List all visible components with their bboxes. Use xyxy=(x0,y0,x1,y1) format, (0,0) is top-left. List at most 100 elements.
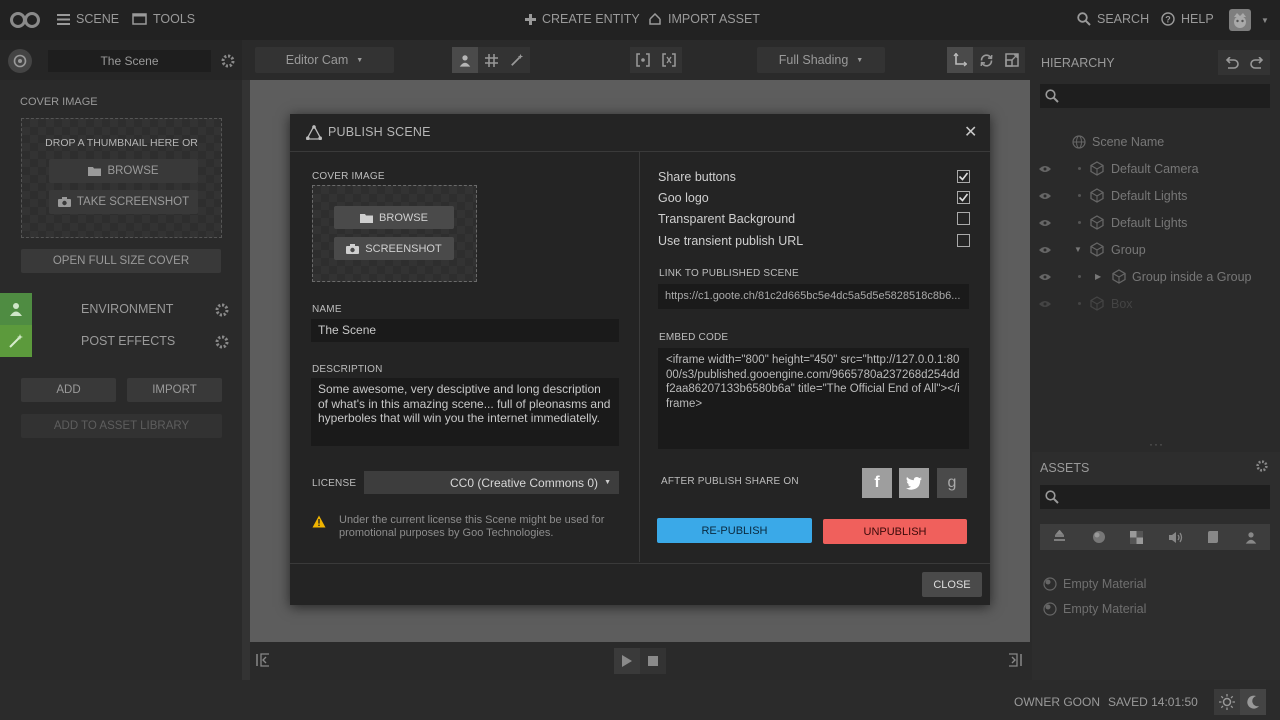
close-icon[interactable]: ✕ xyxy=(964,122,977,142)
goo-logo-icon[interactable] xyxy=(10,12,40,31)
saved-status-text: SAVED 14:01:50 xyxy=(1108,695,1198,709)
left-panel-scrollbar[interactable] xyxy=(242,80,250,680)
hierarchy-row-default-lights-1[interactable]: Default Lights xyxy=(1032,182,1280,209)
redo-icon[interactable] xyxy=(1249,56,1265,69)
frame-selection-button[interactable] xyxy=(630,47,656,73)
window-icon xyxy=(132,13,147,25)
post-effects-tab[interactable] xyxy=(0,325,32,357)
import-asset-button[interactable]: IMPORT ASSET xyxy=(648,12,760,26)
warning-icon xyxy=(312,515,326,528)
option-goo-logo[interactable]: Goo logo xyxy=(658,189,970,207)
add-button[interactable]: ADD xyxy=(21,378,116,402)
license-select[interactable]: CC0 (Creative Commons 0) ▼ xyxy=(364,471,619,494)
rotate-tool[interactable] xyxy=(973,47,999,73)
hierarchy-row-default-lights-2[interactable]: Default Lights xyxy=(1032,209,1280,236)
search-button[interactable]: SEARCH xyxy=(1077,12,1149,26)
hierarchy-filter-icon[interactable] xyxy=(1052,530,1067,544)
environment-gear-icon[interactable] xyxy=(214,302,230,321)
twitter-share-button[interactable] xyxy=(899,468,929,498)
option-share-buttons[interactable]: Share buttons xyxy=(658,168,970,186)
eye-icon[interactable] xyxy=(1039,300,1051,308)
grid-toggle[interactable] xyxy=(478,47,504,73)
help-button[interactable]: ? HELP xyxy=(1161,12,1214,26)
screenshot-label: SCREENSHOT xyxy=(365,242,442,255)
hierarchy-row-box[interactable]: Box xyxy=(1032,290,1280,317)
google-share-button[interactable]: g xyxy=(937,468,967,498)
hierarchy-row-scene[interactable]: Scene Name xyxy=(1032,128,1280,155)
collapse-left-icon[interactable] xyxy=(256,653,270,670)
sound-icon[interactable] xyxy=(1168,531,1183,544)
unpublish-button[interactable]: UNPUBLISH xyxy=(823,519,967,544)
import-button[interactable]: IMPORT xyxy=(127,378,222,402)
create-entity-button[interactable]: CREATE ENTITY xyxy=(525,12,640,26)
embed-code-textarea[interactable]: <iframe width="800" height="450" src="ht… xyxy=(658,348,969,449)
asset-item[interactable]: Empty Material xyxy=(1043,577,1146,591)
environment-toggle[interactable] xyxy=(452,47,478,73)
landscape-person-icon[interactable] xyxy=(1244,531,1258,544)
bullet-dot-icon xyxy=(1078,167,1081,170)
user-menu-caret-icon[interactable]: ▼ xyxy=(1261,16,1269,25)
publish-triangle-icon xyxy=(306,125,322,140)
script-icon[interactable] xyxy=(1207,530,1219,544)
eye-icon[interactable] xyxy=(1039,273,1051,281)
stop-button[interactable] xyxy=(640,648,666,674)
camera-select[interactable]: Editor Cam ▼ xyxy=(255,47,394,73)
assets-search-input[interactable] xyxy=(1040,485,1270,509)
expand-caret-icon[interactable]: ▶ xyxy=(1095,272,1101,281)
frame-all-button[interactable] xyxy=(656,47,682,73)
transient-url-checkbox[interactable] xyxy=(957,234,970,247)
material-sphere-icon[interactable] xyxy=(1092,530,1106,544)
name-input[interactable]: The Scene xyxy=(311,319,619,342)
environment-label[interactable]: ENVIRONMENT xyxy=(81,302,173,316)
scene-settings-tab[interactable] xyxy=(8,49,32,73)
description-textarea[interactable]: Some awesome, very desciptive and long d… xyxy=(311,378,619,446)
texture-checker-icon[interactable] xyxy=(1130,530,1144,544)
add-to-asset-library-button[interactable]: ADD TO ASSET LIBRARY xyxy=(21,414,222,438)
shading-select[interactable]: Full Shading ▼ xyxy=(757,47,885,73)
facebook-share-button[interactable]: f xyxy=(862,468,892,498)
goo-logo-checkbox[interactable] xyxy=(957,191,970,204)
environment-tab[interactable] xyxy=(0,293,32,325)
scale-tool[interactable] xyxy=(999,47,1025,73)
tools-menu[interactable]: TOOLS xyxy=(132,12,195,26)
avatar[interactable] xyxy=(1229,9,1251,31)
browse-button[interactable]: BROWSE xyxy=(49,159,198,183)
hierarchy-row-default-camera[interactable]: Default Camera xyxy=(1032,155,1280,182)
asset-item[interactable]: Empty Material xyxy=(1043,602,1146,616)
modal-screenshot-button[interactable]: SCREENSHOT xyxy=(334,237,454,260)
scene-gear-icon[interactable] xyxy=(220,53,236,72)
hierarchy-row-group-inside-group[interactable]: ▶ Group inside a Group xyxy=(1032,263,1280,290)
modal-browse-button[interactable]: BROWSE xyxy=(334,206,454,229)
close-button[interactable]: CLOSE xyxy=(922,572,982,597)
assets-gear-icon[interactable] xyxy=(1255,459,1269,476)
eye-icon[interactable] xyxy=(1039,165,1051,173)
post-effects-label[interactable]: POST EFFECTS xyxy=(81,334,175,348)
translate-tool[interactable] xyxy=(947,47,973,73)
expand-caret-icon[interactable]: ▼ xyxy=(1074,245,1082,254)
option-transparent-background[interactable]: Transparent Background xyxy=(658,210,970,228)
eye-icon[interactable] xyxy=(1039,246,1051,254)
hierarchy-row-group[interactable]: ▼ Group xyxy=(1032,236,1280,263)
transparent-background-checkbox[interactable] xyxy=(957,212,970,225)
eye-icon[interactable] xyxy=(1039,219,1051,227)
help-label: HELP xyxy=(1181,12,1214,26)
published-link-field[interactable]: https://c1.goote.ch/81c2d665bc5e4dc5a5d5… xyxy=(658,284,969,309)
republish-button[interactable]: RE-PUBLISH xyxy=(657,518,812,543)
take-screenshot-button[interactable]: TAKE SCREENSHOT xyxy=(49,190,198,214)
post-effects-gear-icon[interactable] xyxy=(214,334,230,353)
cover-image-drop-zone[interactable] xyxy=(312,185,477,282)
undo-icon[interactable] xyxy=(1224,56,1239,69)
play-button[interactable] xyxy=(614,648,640,674)
hierarchy-search-input[interactable] xyxy=(1040,84,1270,108)
light-theme-toggle[interactable] xyxy=(1214,689,1240,715)
effects-toggle[interactable] xyxy=(504,47,530,73)
collapse-right-icon[interactable] xyxy=(1008,653,1022,670)
option-transient-url[interactable]: Use transient publish URL xyxy=(658,232,970,250)
panel-resize-handle-icon[interactable]: ··· xyxy=(1149,437,1164,451)
share-buttons-checkbox[interactable] xyxy=(957,170,970,183)
eye-icon[interactable] xyxy=(1039,192,1051,200)
open-full-size-cover-button[interactable]: OPEN FULL SIZE COVER xyxy=(21,249,221,273)
dark-theme-toggle[interactable] xyxy=(1240,689,1266,715)
scene-name-field[interactable]: The Scene xyxy=(48,50,211,72)
scene-menu[interactable]: SCENE xyxy=(57,12,119,26)
